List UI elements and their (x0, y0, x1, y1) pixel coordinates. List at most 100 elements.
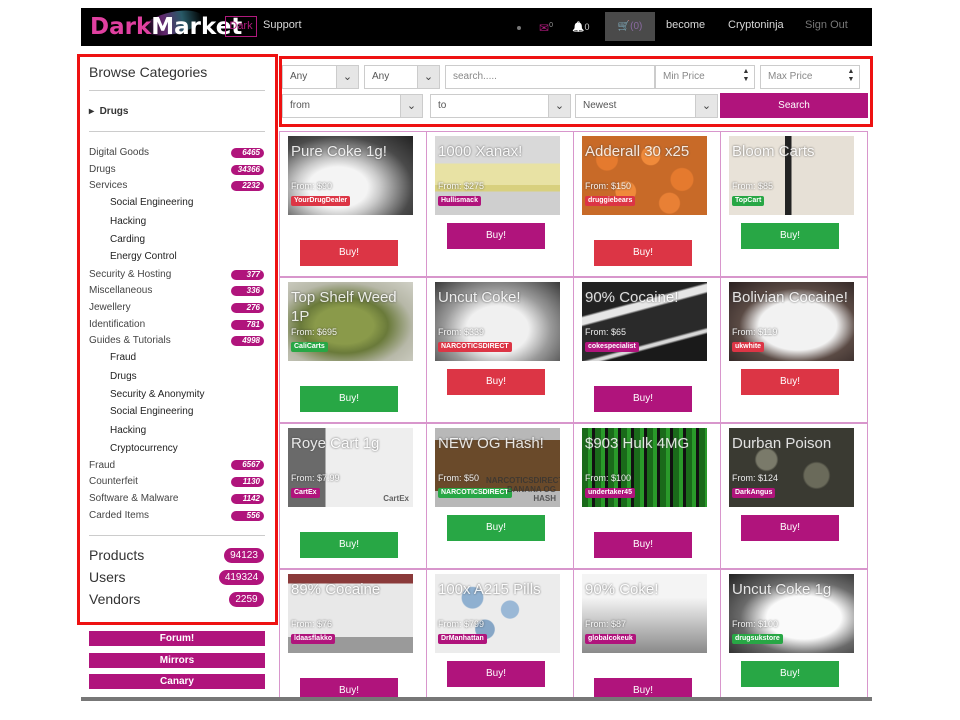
buy-button[interactable]: Buy! (741, 661, 839, 687)
category-carded-items[interactable]: Carded Items (89, 510, 149, 522)
product-image[interactable]: Pure Coke 1g! From: $90 YourDrugDealer (288, 136, 413, 215)
category-miscellaneous[interactable]: Miscellaneous (89, 285, 152, 297)
category-select-1[interactable]: Any ⌄ (282, 65, 359, 89)
vendor-tag[interactable]: CaliCarts (291, 342, 328, 352)
vendor-tag[interactable]: CartEx (291, 488, 320, 498)
number-spinner-icon[interactable]: ▲ ▼ (742, 68, 750, 84)
product-card[interactable]: 1000 Xanax! From: $275 Hullismack Buy! (426, 131, 574, 277)
product-image[interactable]: $903 Hulk 4MG From: $100 undertaker45 (582, 428, 707, 507)
product-image[interactable]: Top Shelf Weed 1P From: $695 CaliCarts (288, 282, 413, 361)
subcategory-social-engineering[interactable]: Social Engineering (110, 197, 193, 209)
from-select[interactable]: from ⌄ (282, 94, 423, 118)
site-logo[interactable]: DarkMarket (90, 12, 242, 42)
min-price-input[interactable]: Min Price ▲ ▼ (655, 65, 755, 89)
vendor-tag[interactable]: druggiebears (585, 196, 636, 206)
product-card[interactable]: Bolivian Cocaine! From: $119 ukwhite Buy! (720, 277, 868, 423)
subcategory-energy-control[interactable]: Energy Control (110, 251, 177, 263)
cart-button[interactable]: 🛒(0) (605, 12, 655, 41)
category-identification[interactable]: Identification (89, 319, 145, 331)
vendor-tag[interactable]: TopCart (732, 196, 765, 206)
user-profile-link[interactable]: Cryptoninja (728, 19, 784, 31)
drugs-category-toggle[interactable]: ▸ Drugs (89, 106, 128, 117)
category-select-2[interactable]: Any ⌄ (364, 65, 440, 89)
category-jewellery[interactable]: Jewellery (89, 302, 131, 314)
category-guides-tutorials[interactable]: Guides & Tutorials (89, 335, 171, 347)
vendor-tag[interactable]: cokespecialist (585, 342, 639, 352)
to-select[interactable]: to ⌄ (430, 94, 571, 118)
horizontal-scrollbar[interactable] (81, 697, 872, 701)
buy-button[interactable]: Buy! (447, 223, 545, 249)
subcategory-fraud[interactable]: Fraud (110, 352, 136, 364)
vendor-tag[interactable]: ldaasflakko (291, 634, 336, 644)
vendor-tag[interactable]: undertaker45 (585, 488, 635, 498)
notifications-link[interactable]: 🔔0 (572, 19, 589, 35)
product-image[interactable]: 89% Cocaine From: $76 ldaasflakko (288, 574, 413, 653)
buy-button[interactable]: Buy! (594, 678, 692, 697)
subcategory-carding[interactable]: Carding (110, 234, 145, 246)
vendor-tag[interactable]: drugsukstore (732, 634, 783, 644)
product-image[interactable]: Adderall 30 x25 From: $150 druggiebears (582, 136, 707, 215)
sort-select[interactable]: Newest ⌄ (575, 94, 718, 118)
vendor-tag[interactable]: DrManhattan (438, 634, 487, 644)
subcategory-security-anonymity[interactable]: Security & Anonymity (110, 389, 204, 401)
product-card[interactable]: Roye Cart 1g From: $7.99 CartEx CartEx Buy! (279, 423, 427, 569)
buy-button[interactable]: Buy! (447, 661, 545, 687)
product-card[interactable]: Uncut Coke! From: $339 NARCOTICSDIRECT Buy! (426, 277, 574, 423)
product-card[interactable]: 90% Cocaine! From: $65 cokespecialist Buy! (573, 277, 721, 423)
category-security-hosting[interactable]: Security & Hosting (89, 269, 171, 281)
product-card[interactable]: Pure Coke 1g! From: $90 YourDrugDealer Buy! (279, 131, 427, 277)
buy-button[interactable]: Buy! (594, 532, 692, 558)
product-image[interactable]: 90% Coke! From: $87 globalcokeuk (582, 574, 707, 653)
vendor-tag[interactable]: NARCOTICSDIRECT (438, 342, 512, 352)
product-card[interactable]: Uncut Coke 1g From: $100 drugsukstore Buy! (720, 569, 868, 697)
canary-button[interactable]: Canary (89, 674, 265, 689)
vendor-tag[interactable]: ukwhite (732, 342, 765, 352)
buy-button[interactable]: Buy! (300, 386, 398, 412)
product-card[interactable]: NEW OG Hash! From: $50 NARCOTICSDIRECT NARC… (426, 423, 574, 569)
buy-button[interactable]: Buy! (741, 369, 839, 395)
product-card[interactable]: 90% Coke! From: $87 globalcokeuk Buy! (573, 569, 721, 697)
category-counterfeit[interactable]: Counterfeit (89, 476, 138, 488)
dark-mode-toggle[interactable]: Dark (225, 16, 257, 37)
max-price-input[interactable]: Max Price ▲ ▼ (760, 65, 860, 89)
product-card[interactable]: Durban Poison From: $124 DarkAngus Buy! (720, 423, 868, 569)
buy-button[interactable]: Buy! (741, 515, 839, 541)
product-image[interactable]: Bloom Carts From: $85 TopCart (729, 136, 854, 215)
category-drugs[interactable]: Drugs (89, 164, 116, 176)
forum-button[interactable]: Forum! (89, 631, 265, 646)
messages-link[interactable]: ✉0 (539, 19, 553, 35)
category-services[interactable]: Services (89, 180, 127, 192)
buy-button[interactable]: Buy! (300, 532, 398, 558)
product-card[interactable]: Top Shelf Weed 1P From: $695 CaliCarts Buy! (279, 277, 427, 423)
buy-button[interactable]: Buy! (300, 240, 398, 266)
product-image[interactable]: Uncut Coke! From: $339 NARCOTICSDIRECT (435, 282, 560, 361)
subcategory-hacking[interactable]: Hacking (110, 425, 146, 437)
search-input[interactable]: search..... (445, 65, 655, 89)
product-image[interactable]: 90% Cocaine! From: $65 cokespecialist (582, 282, 707, 361)
subcategory-hacking[interactable]: Hacking (110, 216, 146, 228)
product-image[interactable]: 1000 Xanax! From: $275 Hullismack (435, 136, 560, 215)
product-image[interactable]: Bolivian Cocaine! From: $119 ukwhite (729, 282, 854, 361)
vendor-tag[interactable]: Hullismack (438, 196, 481, 206)
product-card[interactable]: Adderall 30 x25 From: $150 druggiebears Buy… (573, 131, 721, 277)
category-fraud[interactable]: Fraud (89, 460, 115, 472)
buy-button[interactable]: Buy! (300, 678, 398, 697)
become-vendor-link[interactable]: become (666, 19, 705, 31)
buy-button[interactable]: Buy! (741, 223, 839, 249)
buy-button[interactable]: Buy! (594, 386, 692, 412)
sign-out-link[interactable]: Sign Out (805, 19, 848, 31)
buy-button[interactable]: Buy! (594, 240, 692, 266)
product-card[interactable]: Bloom Carts From: $85 TopCart Buy! (720, 131, 868, 277)
category-digital-goods[interactable]: Digital Goods (89, 147, 149, 159)
product-image[interactable]: Roye Cart 1g From: $7.99 CartEx CartEx (288, 428, 413, 507)
product-card[interactable]: 100x A215 Pills From: $799 DrManhattan Buy! (426, 569, 574, 697)
product-image[interactable]: 100x A215 Pills From: $799 DrManhattan (435, 574, 560, 653)
number-spinner-icon[interactable]: ▲ ▼ (847, 68, 855, 84)
product-image[interactable]: Durban Poison From: $124 DarkAngus (729, 428, 854, 507)
vendor-tag[interactable]: YourDrugDealer (291, 196, 351, 206)
buy-button[interactable]: Buy! (447, 515, 545, 541)
buy-button[interactable]: Buy! (447, 369, 545, 395)
product-image[interactable]: Uncut Coke 1g From: $100 drugsukstore (729, 574, 854, 653)
product-image[interactable]: NEW OG Hash! From: $50 NARCOTICSDIRECT NARC… (435, 428, 560, 507)
vendor-tag[interactable]: DarkAngus (732, 488, 776, 498)
